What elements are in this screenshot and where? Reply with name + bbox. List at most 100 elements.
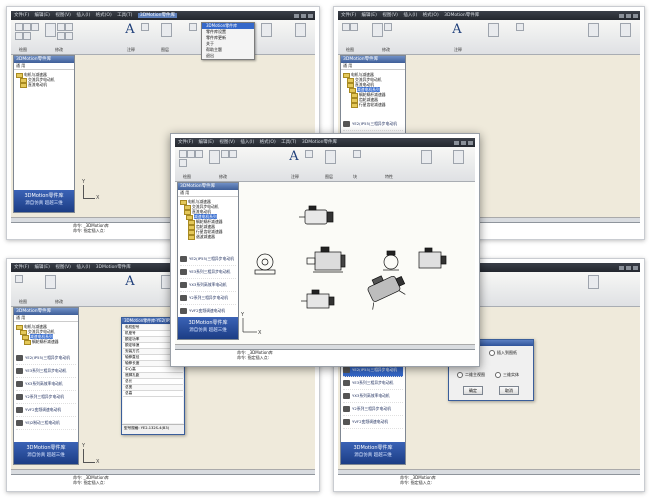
- menu-partlib[interactable]: 3DMotion零件库: [302, 140, 337, 145]
- part-list-item[interactable]: YVF2变频调速电动机: [343, 416, 403, 429]
- menu-partlib[interactable]: 3DMotion零件库: [96, 265, 131, 270]
- part-list-item[interactable]: YEJ2制动三相电动机: [16, 417, 76, 430]
- polyline-tool-button[interactable]: [187, 150, 195, 158]
- part-list-item[interactable]: YE2(IP55)三相异步电动机: [16, 352, 76, 365]
- move-tool-button[interactable]: [45, 275, 56, 289]
- menu-file[interactable]: 文件(F): [341, 13, 356, 18]
- part-list-item[interactable]: YVF2变频调速电动机: [16, 404, 76, 417]
- block-tool-button[interactable]: [189, 23, 197, 31]
- menu-format[interactable]: 格式(O): [423, 13, 439, 18]
- menu-partlib[interactable]: 3DMotion零件库: [444, 13, 479, 18]
- copy-tool-button[interactable]: [57, 23, 65, 31]
- menu-partlib[interactable]: 3DMotion零件库: [137, 13, 177, 18]
- properties-tool-button[interactable]: [588, 275, 599, 289]
- tree-node[interactable]: 行星齿轮减速器: [343, 102, 405, 108]
- command-line[interactable]: 命令: _3DMotion库 命令: 指定插入点:: [175, 349, 475, 362]
- properties-tool-button[interactable]: [261, 23, 272, 37]
- line-tool-button[interactable]: [15, 275, 23, 283]
- tree-node[interactable]: 蜗轮蜗杆减速器: [16, 339, 78, 345]
- arc-tool-button[interactable]: [15, 32, 23, 40]
- layer-tool-button[interactable]: [488, 23, 499, 37]
- menu-tools[interactable]: 工具(T): [117, 13, 132, 18]
- menu-insert[interactable]: 插入(I): [76, 13, 90, 18]
- move-tool-button[interactable]: [209, 150, 220, 164]
- menu-edit[interactable]: 编辑(E): [199, 140, 214, 145]
- properties-tool-button[interactable]: [421, 150, 432, 164]
- part-list-item[interactable]: YE2(IP55)三相异步电动机: [180, 253, 236, 266]
- panel-tabs[interactable]: 通 用: [341, 63, 405, 70]
- line-tool-button[interactable]: [179, 150, 187, 158]
- menu-view[interactable]: 视图(V): [219, 140, 235, 145]
- layer-tool-button[interactable]: [161, 23, 172, 37]
- drawing-canvas[interactable]: Y X: [237, 182, 475, 346]
- circle-tool-button[interactable]: [350, 23, 358, 31]
- panel-tabs[interactable]: 通 用: [14, 63, 74, 70]
- menu-format[interactable]: 格式(O): [260, 140, 276, 145]
- menu-format[interactable]: 格式(O): [96, 13, 112, 18]
- insert-to-drawing-checkbox[interactable]: 插入到图纸: [489, 350, 517, 356]
- rect-tool-button[interactable]: [23, 32, 31, 40]
- line-tool-button[interactable]: [342, 23, 350, 31]
- dimension-tool-button[interactable]: [305, 150, 313, 158]
- part-list-item[interactable]: Y2系列三相异步电动机: [16, 391, 76, 404]
- menu-view[interactable]: 视图(V): [55, 13, 71, 18]
- param-row[interactable]: 总高: [123, 391, 183, 397]
- rotate-tool-button[interactable]: [229, 150, 237, 158]
- menu-edit[interactable]: 编辑(E): [35, 13, 50, 18]
- rotate-tool-button[interactable]: [65, 23, 73, 31]
- panel-tabs[interactable]: 通 用: [178, 190, 238, 197]
- command-line[interactable]: 命令: _3DMotion库 命令: 指定插入点:: [338, 474, 640, 487]
- trim-tool-button[interactable]: [65, 32, 73, 40]
- part-list-item[interactable]: YX3系列高效率电动机: [180, 279, 236, 292]
- menu-view[interactable]: 视图(V): [382, 13, 398, 18]
- mirror-tool-button[interactable]: [57, 32, 65, 40]
- part-list-item[interactable]: YE2(IP55)三相异步电动机: [343, 118, 403, 131]
- menu-edit[interactable]: 编辑(E): [362, 13, 377, 18]
- tree-node[interactable]: 直流电动机: [16, 82, 74, 88]
- panel-tabs[interactable]: 通 用: [14, 315, 78, 322]
- menu-file[interactable]: 文件(F): [178, 140, 193, 145]
- menu-popup-item[interactable]: 退出: [202, 53, 254, 59]
- paste-tool-button[interactable]: [620, 23, 631, 37]
- tree-node[interactable]: 谐波减速器: [180, 234, 238, 240]
- circle-tool-button[interactable]: [31, 23, 39, 31]
- menu-insert[interactable]: 插入(I): [240, 140, 254, 145]
- front-view-radio[interactable]: 二维主视图: [457, 372, 485, 378]
- paste-tool-button[interactable]: [453, 150, 464, 164]
- menu-insert[interactable]: 插入(I): [403, 13, 417, 18]
- text-tool-icon[interactable]: A: [123, 274, 137, 290]
- part-list-item[interactable]: Y2系列三相异步电动机: [180, 292, 236, 305]
- part-list-item[interactable]: YE3系列三相异步电动机: [180, 266, 236, 279]
- menu-edit[interactable]: 编辑(E): [35, 265, 50, 270]
- part-list-item[interactable]: YX3系列高效率电动机: [16, 378, 76, 391]
- command-line[interactable]: 命令: _3DMotion库 命令: 指定插入点:: [11, 474, 315, 487]
- cancel-button[interactable]: 取消: [499, 386, 519, 395]
- menu-view[interactable]: 视图(V): [55, 265, 71, 270]
- move-tool-button[interactable]: [372, 23, 383, 37]
- paste-tool-button[interactable]: [295, 23, 306, 37]
- part-list-item[interactable]: YX3系列高效率电动机: [343, 390, 403, 403]
- line-tool-button[interactable]: [15, 23, 23, 31]
- part-list-item[interactable]: YE3系列三相异步电动机: [343, 377, 403, 390]
- copy-tool-button[interactable]: [384, 23, 392, 31]
- ok-button[interactable]: 确定: [463, 386, 483, 395]
- text-tool-icon[interactable]: A: [123, 22, 137, 38]
- solid-3d-radio[interactable]: 三维实体: [495, 372, 519, 378]
- text-tool-icon[interactable]: A: [450, 22, 464, 38]
- move-tool-button[interactable]: [45, 23, 56, 37]
- text-tool-icon[interactable]: A: [287, 149, 301, 165]
- menu-insert[interactable]: 插入(I): [76, 265, 90, 270]
- block-tool-button[interactable]: [516, 23, 524, 31]
- arc-tool-button[interactable]: [179, 159, 187, 167]
- copy-tool-button[interactable]: [221, 150, 229, 158]
- dimension-tool-button[interactable]: [141, 23, 149, 31]
- part-list-item[interactable]: YE3系列三相异步电动机: [16, 365, 76, 378]
- menu-file[interactable]: 文件(F): [14, 265, 29, 270]
- layer-tool-button[interactable]: [325, 150, 336, 164]
- part-list-item[interactable]: Y2系列三相异步电动机: [343, 403, 403, 416]
- menu-tools[interactable]: 工具(T): [281, 140, 296, 145]
- menu-file[interactable]: 文件(F): [14, 13, 29, 18]
- circle-tool-button[interactable]: [195, 150, 203, 158]
- block-tool-button[interactable]: [353, 150, 361, 158]
- properties-tool-button[interactable]: [588, 23, 599, 37]
